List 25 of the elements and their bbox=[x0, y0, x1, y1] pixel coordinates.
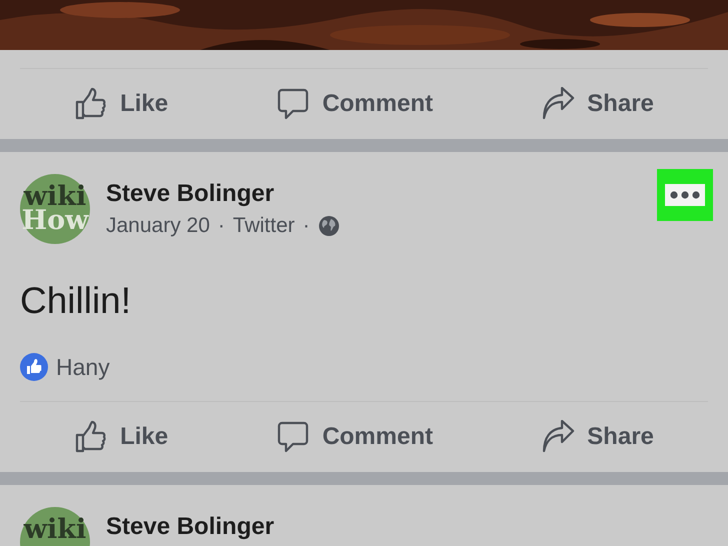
reaction-names[interactable]: Hany bbox=[56, 354, 110, 380]
speech-bubble-icon bbox=[276, 87, 310, 121]
post-date[interactable]: January 20 bbox=[106, 214, 210, 238]
share-button[interactable]: Share bbox=[531, 414, 664, 460]
thumbs-up-icon bbox=[74, 420, 108, 454]
avatar[interactable]: wiki How bbox=[20, 174, 90, 244]
comment-button[interactable]: Comment bbox=[266, 414, 443, 460]
post-source: Twitter bbox=[232, 214, 295, 238]
like-button[interactable]: Like bbox=[64, 414, 178, 460]
speech-bubble-icon bbox=[276, 420, 310, 454]
comment-button[interactable]: Comment bbox=[266, 81, 443, 127]
author-name[interactable]: Steve Bolinger bbox=[106, 513, 274, 541]
post-text: Chillin! bbox=[20, 279, 132, 323]
more-options-button[interactable] bbox=[657, 169, 713, 221]
like-button[interactable]: Like bbox=[64, 81, 178, 127]
thumbs-up-icon bbox=[74, 87, 108, 121]
more-icon bbox=[670, 191, 700, 199]
like-reaction-icon bbox=[20, 353, 48, 381]
share-button[interactable]: Share bbox=[531, 81, 664, 127]
separator-dot: · bbox=[218, 214, 225, 238]
share-arrow-icon bbox=[541, 420, 576, 454]
share-arrow-icon bbox=[541, 87, 576, 121]
separator-dot: · bbox=[302, 214, 310, 238]
author-name[interactable]: Steve Bolinger bbox=[106, 180, 340, 208]
avatar[interactable]: wiki bbox=[20, 507, 90, 546]
